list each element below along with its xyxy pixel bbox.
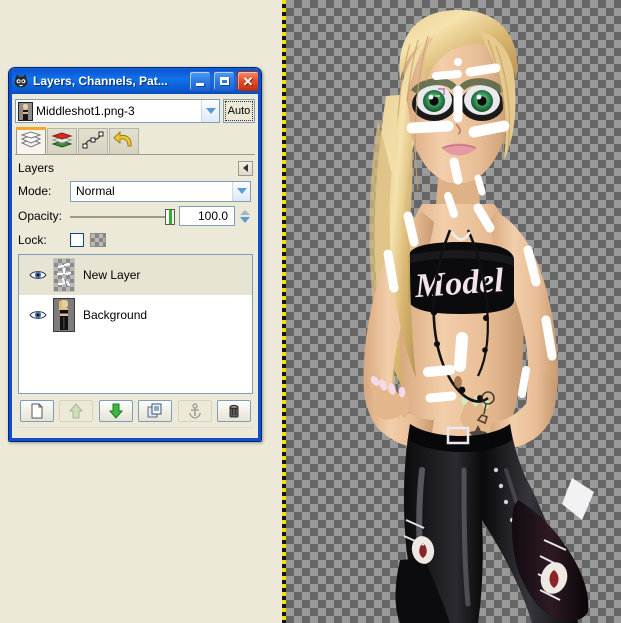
- close-button[interactable]: ✕: [237, 71, 259, 91]
- opacity-slider[interactable]: [70, 206, 175, 227]
- gimp-wilber-icon: [13, 73, 29, 89]
- anchor-layer-button[interactable]: [177, 400, 212, 422]
- mode-value: Normal: [76, 184, 115, 198]
- dockable-tab-strip: [15, 126, 255, 155]
- opacity-label: Opacity:: [18, 209, 63, 223]
- layers-panel: Layers Mode: Normal Opacity: 100.0 Lock:…: [15, 155, 255, 438]
- trash-icon: [229, 404, 239, 418]
- layer-list[interactable]: New Layer Background: [18, 254, 253, 394]
- stepper-up-icon[interactable]: [240, 209, 250, 215]
- layers-dialog-window[interactable]: Layers, Channels, Pat... ✕ Middleshot1.p…: [8, 67, 262, 442]
- dialog-title-bar[interactable]: Layers, Channels, Pat... ✕: [9, 68, 261, 94]
- stepper-down-icon[interactable]: [240, 216, 250, 223]
- image-canvas-area[interactable]: Model: [282, 0, 621, 623]
- table-row[interactable]: Background: [19, 295, 252, 335]
- tab-layers[interactable]: [16, 127, 46, 154]
- close-icon: ✕: [242, 73, 254, 89]
- stray-pixel-mark-3: [435, 95, 440, 97]
- minimize-icon: [196, 83, 204, 86]
- opacity-input[interactable]: 100.0: [179, 206, 235, 226]
- dialog-title: Layers, Channels, Pat...: [33, 74, 168, 88]
- layer-thumbnail: [53, 298, 75, 332]
- layer-name: New Layer: [83, 268, 141, 282]
- tab-undo-history[interactable]: [109, 128, 139, 154]
- opacity-slider-handle[interactable]: [165, 208, 175, 225]
- eye-icon[interactable]: [23, 309, 53, 321]
- mode-label: Mode:: [18, 184, 52, 198]
- layers-stack-icon: [20, 130, 42, 152]
- duplicate-layer-button[interactable]: [138, 400, 173, 422]
- anchor-icon: [188, 403, 201, 419]
- layer-thumbnail: [53, 258, 75, 292]
- raise-layer-button[interactable]: [59, 400, 94, 422]
- table-row[interactable]: New Layer: [19, 255, 252, 295]
- stray-pixel-mark-2: [443, 88, 445, 95]
- mode-select[interactable]: Normal: [70, 180, 251, 202]
- checkerboard-alpha-icon[interactable]: [90, 233, 106, 247]
- eye-icon[interactable]: [23, 269, 53, 281]
- channels-books-icon: [51, 131, 73, 152]
- image-thumbnail: [18, 101, 33, 121]
- image-selector-combo[interactable]: Middleshot1.png-3: [15, 99, 220, 123]
- paths-node-icon: [82, 131, 104, 152]
- opacity-slider-track: [70, 215, 167, 218]
- duplicate-icon: [147, 403, 162, 418]
- layers-panel-title: Layers: [18, 161, 55, 175]
- tab-channels[interactable]: [47, 128, 77, 154]
- lock-label: Lock:: [18, 233, 47, 247]
- layers-panel-header: Layers: [18, 159, 253, 177]
- image-selector-row: Middleshot1.png-3 Auto: [15, 99, 255, 123]
- auto-button[interactable]: Auto: [223, 99, 255, 123]
- up-arrow-icon: [69, 403, 84, 419]
- opacity-row: Opacity: 100.0: [18, 204, 253, 228]
- mode-row: Mode: Normal: [18, 179, 253, 203]
- chevron-down-icon[interactable]: [201, 100, 219, 122]
- dialog-status-strip: [18, 427, 253, 438]
- maximize-icon: [219, 77, 229, 85]
- layer-name: Background: [83, 308, 148, 322]
- undo-arrow-icon: [113, 130, 135, 152]
- panel-menu-button[interactable]: [238, 160, 253, 176]
- layer-toolbar: [18, 398, 253, 424]
- maximize-button[interactable]: [213, 71, 235, 91]
- delete-layer-button[interactable]: [216, 400, 251, 422]
- transparency-checkerboard: [286, 0, 621, 623]
- minimize-button[interactable]: [189, 71, 211, 91]
- lock-row: Lock:: [18, 229, 253, 251]
- new-page-icon: [31, 403, 43, 419]
- tab-paths[interactable]: [78, 128, 108, 154]
- chevron-down-icon[interactable]: [232, 181, 250, 201]
- lock-pixels-checkbox[interactable]: [70, 233, 84, 247]
- lower-layer-button[interactable]: [98, 400, 133, 422]
- opacity-stepper[interactable]: [237, 209, 253, 223]
- auto-button-label: Auto: [227, 105, 251, 117]
- down-arrow-icon: [108, 403, 123, 419]
- triangle-left-icon: [243, 164, 248, 172]
- dialog-body: Middleshot1.png-3 Auto Layers Mode: Norm…: [12, 94, 258, 438]
- new-layer-button[interactable]: [20, 400, 54, 422]
- image-name-label: Middleshot1.png-3: [36, 104, 135, 118]
